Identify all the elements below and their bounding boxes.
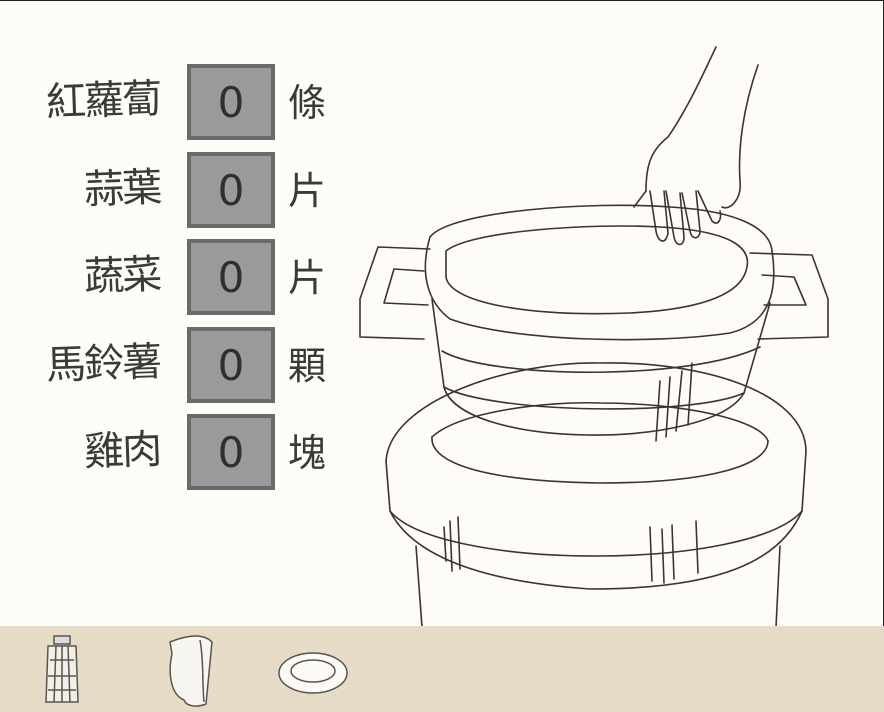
ingredient-name: 蒜葉 [83, 164, 161, 214]
ingredient-unit: 條 [288, 81, 327, 125]
ingredient-row-chicken: 雞肉 0 塊 [0, 414, 360, 490]
pot-body [424, 204, 775, 442]
ingredient-name: 蔬菜 [83, 251, 161, 301]
carrot-quantity-box[interactable]: 0 [187, 64, 275, 140]
ingredient-name: 雞肉 [83, 426, 161, 476]
ingredient-name: 紅蘿蔔 [45, 76, 161, 126]
plate-icon[interactable] [276, 648, 350, 698]
vegetable-quantity-box[interactable]: 0 [187, 239, 275, 315]
potato-quantity-box[interactable]: 0 [187, 327, 275, 403]
ingredient-unit: 顆 [288, 344, 327, 388]
stove-base [385, 362, 807, 627]
ingredient-unit: 片 [288, 169, 327, 213]
ingredient-unit: 塊 [288, 431, 327, 475]
cooking-pot-illustration [359, 46, 829, 627]
hand-illustration [633, 46, 759, 246]
garlic-leaf-quantity-box[interactable]: 0 [187, 152, 275, 228]
cloth-icon[interactable] [160, 632, 216, 708]
ingredient-unit: 片 [288, 256, 327, 300]
lantern-icon[interactable] [38, 632, 86, 708]
inventory-tray [0, 626, 884, 712]
game-scene: 紅蘿蔔 0 條 蒜葉 0 片 蔬菜 0 片 馬鈴薯 0 顆 雞肉 0 塊 [0, 0, 884, 712]
ingredient-row-potato: 馬鈴薯 0 顆 [0, 327, 360, 403]
chicken-quantity-box[interactable]: 0 [187, 414, 275, 490]
ingredient-row-vegetable: 蔬菜 0 片 [0, 239, 360, 315]
ingredient-row-garlic-leaf: 蒜葉 0 片 [0, 152, 360, 228]
ingredient-name: 馬鈴薯 [45, 339, 161, 389]
ingredient-row-carrot: 紅蘿蔔 0 條 [0, 64, 360, 140]
